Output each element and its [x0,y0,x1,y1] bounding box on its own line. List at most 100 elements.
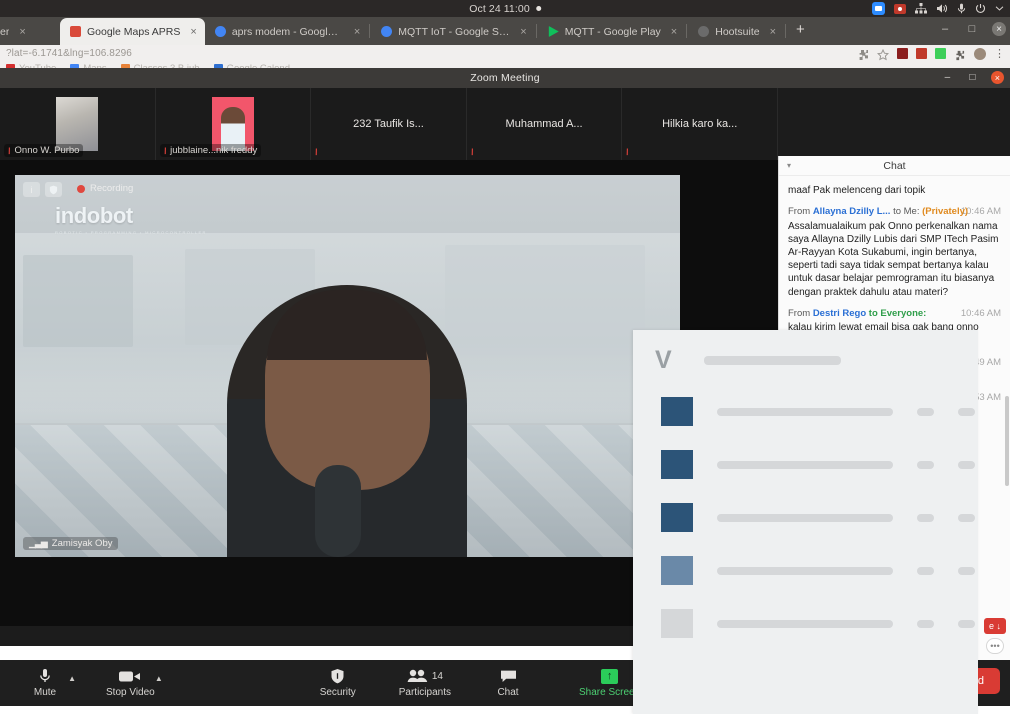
skeleton-pill [917,407,934,416]
favicon-icon [548,26,559,37]
address-bar[interactable]: ?lat=-6.1741&lng=106.8296 [6,48,132,59]
zoom-tray-icon[interactable] [872,2,885,15]
close-icon[interactable]: × [770,26,776,38]
chat-recipient: to Everyone: [868,307,927,319]
chat-save-button[interactable]: e ↓ [983,618,1006,634]
maximize-button[interactable]: □ [966,71,979,84]
chat-recipient: to Me: [893,206,920,218]
favicon-icon [698,26,710,37]
video-camera-icon [119,668,141,684]
minimize-button[interactable]: – [938,22,952,36]
participant-name-label: 232 Taufik Is... [353,118,424,130]
browser-tab-hootsuite[interactable]: Hootsuite × [688,18,784,45]
chat-scrollbar[interactable] [1005,396,1009,486]
mic-muted-icon: \ [162,145,168,156]
close-icon[interactable]: × [190,26,196,38]
chat-panel-title: Chat [883,159,906,172]
close-button[interactable]: × [991,71,1004,84]
participant-thumbnail-muhammad[interactable]: Muhammad A... \ [467,88,623,160]
chevron-down-icon[interactable] [995,5,1004,12]
favicon-icon [214,26,226,37]
browser-menu-button[interactable]: ⋮ [994,48,1005,59]
chat-privacy-flag: (Privately) [922,206,969,218]
close-button[interactable]: × [992,22,1006,36]
info-icon[interactable]: i [23,182,40,197]
recording-dot-icon [535,6,541,11]
close-icon[interactable]: × [671,26,677,38]
chat-button[interactable]: Chat [479,668,537,698]
skeleton-text-bar [717,460,893,469]
security-button[interactable]: Security [309,668,367,698]
chat-more-wrapper: ••• [986,638,1004,654]
lab-shelving [445,245,645,355]
favicon-icon [70,26,81,37]
close-icon[interactable]: × [354,26,360,38]
skeleton-text-bar [717,407,893,416]
extension-red-icon[interactable] [897,48,908,59]
new-tab-button[interactable]: + [787,22,814,37]
mute-button[interactable]: Mute ▲ [16,668,76,698]
chat-sender[interactable]: Destri Rego [813,308,866,319]
lab-equipment-left [23,255,133,347]
participant-thumbnail-onno[interactable]: \ Onno W. Purbo [0,88,156,160]
skeleton-thumbnail [661,609,693,638]
screen-record-icon[interactable] [894,3,906,14]
minimize-button[interactable]: – [941,71,954,84]
active-speaker-video[interactable]: i Recording indobot ROBOTIC • PROGRAMMIN… [15,175,680,557]
microphone-prop [315,465,361,557]
browser-tab-google-maps-aprs[interactable]: Google Maps APRS × [60,18,205,45]
chat-sender[interactable]: Allayna Dzilly L... [813,206,891,217]
power-icon[interactable] [975,3,986,14]
maximize-button[interactable]: □ [965,22,979,36]
skeleton-pill [958,513,975,522]
tab-label: MQTT IoT - Google Search [398,25,511,38]
bookmark-star-icon[interactable] [876,48,890,60]
tab-label: aprs modem - Google Sea [231,25,344,38]
chat-message-meta: 10:46 AM From Destri Rego to Everyone: [788,308,1001,321]
participants-button[interactable]: 14 Participants [393,668,457,698]
chevron-up-icon[interactable]: ▲ [68,674,76,683]
microphone-icon[interactable] [957,3,966,14]
chat-more-button[interactable]: ••• [986,638,1004,654]
skeleton-pill [917,566,934,575]
tab-separator [686,24,688,38]
browser-tab-0[interactable]: er × [0,18,60,45]
extension-grid-icon[interactable] [935,48,946,59]
profile-avatar-icon[interactable] [974,47,986,60]
stop-video-button[interactable]: Stop Video ▲ [100,668,163,698]
speaker-name-label: Zamisyak Oby [51,538,113,549]
skeleton-thumbnail [661,503,693,532]
browser-tab-mqtt-iot[interactable]: MQTT IoT - Google Search × [371,18,534,45]
skeleton-pill [958,619,975,628]
microphone-icon [39,668,51,684]
shield-icon[interactable] [45,182,62,197]
browser-window: er × Google Maps APRS × aprs modem - Goo… [0,17,1010,75]
signal-bars-icon: ▁▃▅ [29,538,48,548]
skeleton-row-3 [633,503,978,532]
tab-separator [369,24,371,38]
participant-name-label: jubblaine...nik freddy [170,145,258,156]
participant-thumbnail-jubblaine[interactable]: \ jubblaine...nik freddy [156,88,312,160]
record-dot-icon [77,184,85,193]
close-icon[interactable]: × [520,26,526,38]
participants-label: Participants [398,687,451,698]
extension-badge-icon[interactable] [916,48,927,59]
browser-window-controls: – □ × [938,22,1006,36]
os-clock[interactable]: Oct 24 11:00 [469,3,541,15]
close-icon[interactable]: × [19,26,25,38]
chevron-down-icon[interactable]: ▾ [787,161,791,170]
skeleton-text-bar [717,513,893,522]
participant-thumbnail-hilkia[interactable]: Hilkia karo ka... \ [622,88,778,160]
volume-icon[interactable] [936,3,948,14]
extension-puzzle-icon[interactable] [857,48,869,60]
video-overlay-controls: i [23,182,62,197]
chevron-up-icon[interactable]: ▲ [155,674,163,683]
network-icon[interactable] [915,3,927,14]
browser-tab-aprs-modem[interactable]: aprs modem - Google Sea × [205,18,368,45]
skeleton-row-1 [633,397,978,426]
participant-thumbnail-taufik[interactable]: 232 Taufik Is... \ [311,88,467,160]
extension-puzzle-gray-icon[interactable] [954,48,966,60]
browser-tab-mqtt-google-play[interactable]: MQTT - Google Play × [538,18,686,45]
mic-muted-icon: \ [469,147,475,157]
participants-count: 14 [431,670,443,682]
